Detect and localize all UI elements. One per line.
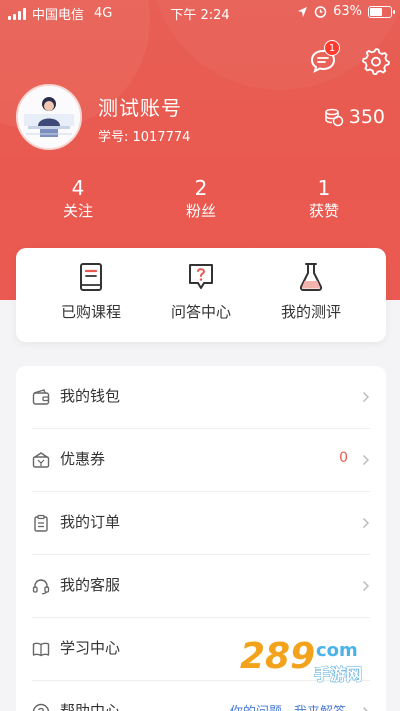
menu-label: 帮助中心 (60, 702, 121, 711)
headset-icon (32, 579, 50, 595)
site-watermark-logo: 289 com 手游网 (239, 635, 363, 685)
menu-label: 我的订单 (60, 513, 121, 531)
menu-item-customer-service[interactable]: 我的客服 (16, 555, 386, 618)
chevron-right-icon (362, 580, 370, 592)
clipboard-icon (34, 514, 48, 532)
coin-stack-icon (324, 108, 343, 127)
question-bubble-icon (189, 264, 213, 289)
i-answer-link[interactable]: 我来解答 (294, 701, 346, 711)
quick-qa-center[interactable]: 问答中心 (146, 248, 256, 342)
chevron-right-icon (362, 391, 370, 403)
svg-text:手游网: 手游网 (314, 665, 362, 684)
menu-item-orders[interactable]: 我的订单 (16, 492, 386, 555)
student-id: 学号: 1017774 (98, 130, 191, 145)
stat-label: 获赞 (308, 202, 339, 220)
coin-balance[interactable]: 350 (324, 106, 385, 128)
menu-item-wallet[interactable]: 我的钱包 (16, 366, 386, 429)
avatar[interactable] (16, 84, 82, 150)
menu-label: 我的钱包 (60, 387, 121, 405)
stat-following[interactable]: 4 关注 (33, 176, 123, 222)
battery-icon (368, 5, 395, 18)
status-bar: 中国电信 4G 下午 2:24 63% (0, 0, 400, 24)
stat-followers[interactable]: 2 粉丝 (156, 176, 246, 222)
stat-value: 1 (317, 176, 331, 200)
chevron-right-icon (362, 517, 370, 529)
your-questions-link[interactable]: 你的问题 (230, 701, 282, 711)
quick-purchased-courses[interactable]: 已购课程 (36, 248, 146, 342)
chevron-right-icon (362, 454, 370, 466)
svg-text:289: 289 (240, 636, 315, 677)
coupon-icon (32, 452, 50, 468)
stat-label: 关注 (62, 202, 93, 220)
stat-value: 4 (71, 176, 85, 200)
menu-label: 学习中心 (60, 639, 121, 657)
book-icon (80, 263, 102, 291)
open-book-icon (32, 642, 50, 657)
quick-label: 我的测评 (280, 303, 341, 321)
username: 测试账号 (98, 96, 182, 120)
quick-actions-card: 已购课程 问答中心 我的测评 (16, 248, 386, 342)
stats-row: 4 关注 2 粉丝 1 获赞 (0, 176, 400, 226)
menu-label: 优惠券 (60, 450, 106, 468)
message-badge: 1 (324, 40, 340, 56)
stat-likes[interactable]: 1 获赞 (279, 176, 369, 222)
gear-icon[interactable] (362, 47, 390, 75)
quick-my-assessments[interactable]: 我的测评 (256, 248, 366, 342)
coupon-count: 0 (339, 450, 348, 466)
alarm-icon (314, 6, 327, 18)
avatar-illustration (18, 86, 80, 148)
quick-label: 已购课程 (60, 303, 121, 321)
stat-label: 粉丝 (185, 202, 216, 220)
coin-amount: 350 (348, 106, 385, 128)
location-icon (298, 6, 308, 17)
help-icon (32, 703, 50, 711)
chevron-right-icon (362, 706, 369, 711)
svg-text:com: com (316, 640, 358, 661)
flask-icon (299, 263, 323, 291)
menu-label: 我的客服 (60, 576, 121, 594)
menu-item-coupons[interactable]: 优惠券 0 (16, 429, 386, 492)
stat-value: 2 (194, 176, 208, 200)
wallet-icon (32, 389, 50, 405)
battery-percent: 63% (333, 4, 362, 19)
quick-label: 问答中心 (170, 303, 231, 321)
